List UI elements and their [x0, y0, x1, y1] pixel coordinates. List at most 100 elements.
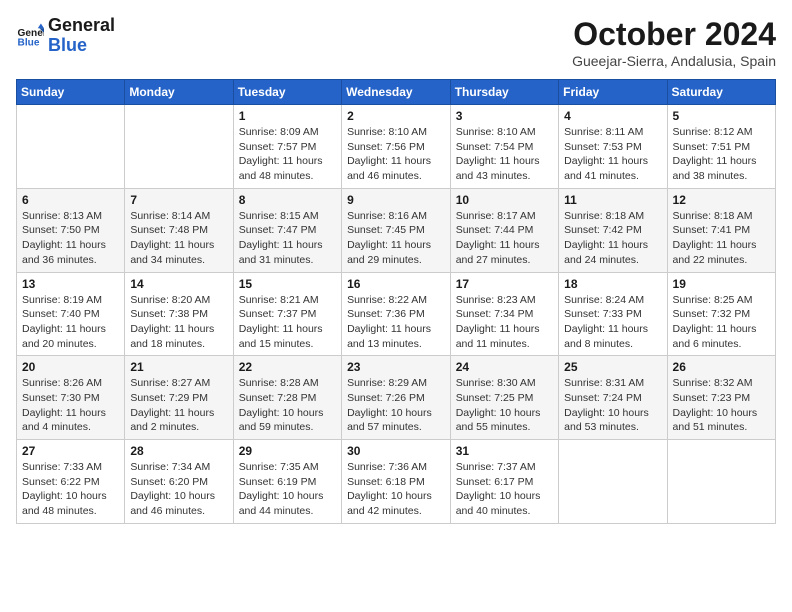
day-number: 29	[239, 444, 336, 458]
calendar-cell: 10 Sunrise: 8:17 AM Sunset: 7:44 PM Dayli…	[450, 188, 558, 272]
weekday-saturday: Saturday	[667, 80, 775, 105]
day-detail: Sunrise: 8:23 AM Sunset: 7:34 PM Dayligh…	[456, 293, 553, 352]
day-detail: Sunrise: 8:22 AM Sunset: 7:36 PM Dayligh…	[347, 293, 445, 352]
day-detail: Sunrise: 8:13 AM Sunset: 7:50 PM Dayligh…	[22, 209, 119, 268]
calendar-cell: 8 Sunrise: 8:15 AM Sunset: 7:47 PM Daylig…	[233, 188, 341, 272]
logo: General Blue General Blue	[16, 16, 115, 56]
week-row-5: 27 Sunrise: 7:33 AM Sunset: 6:22 PM Dayli…	[17, 440, 776, 524]
day-number: 26	[673, 360, 770, 374]
day-detail: Sunrise: 7:35 AM Sunset: 6:19 PM Dayligh…	[239, 460, 336, 519]
calendar-cell: 9Sunrise: 8:16 AM Sunset: 7:45 PM Daylig…	[342, 188, 451, 272]
weekday-wednesday: Wednesday	[342, 80, 451, 105]
calendar-cell: 21Sunrise: 8:27 AM Sunset: 7:29 PM Dayli…	[125, 356, 233, 440]
day-number: 27	[22, 444, 119, 458]
day-detail: Sunrise: 8:18 AM Sunset: 7:42 PM Dayligh…	[564, 209, 661, 268]
day-number: 4	[564, 109, 661, 123]
logo-general: General	[48, 16, 115, 36]
calendar-cell: 24 Sunrise: 8:30 AM Sunset: 7:25 PM Dayli…	[450, 356, 558, 440]
day-detail: Sunrise: 8:18 AM Sunset: 7:41 PM Dayligh…	[673, 209, 770, 268]
day-number: 23	[347, 360, 445, 374]
calendar-cell	[559, 440, 667, 524]
day-detail: Sunrise: 8:30 AM Sunset: 7:25 PM Dayligh…	[456, 376, 553, 435]
day-number: 17	[456, 277, 553, 291]
day-number: 22	[239, 360, 336, 374]
calendar-cell: 3Sunrise: 8:10 AM Sunset: 7:54 PM Daylig…	[450, 105, 558, 189]
day-number: 25	[564, 360, 661, 374]
day-number: 8	[239, 193, 336, 207]
calendar-body: 1Sunrise: 8:09 AM Sunset: 7:57 PM Daylig…	[17, 105, 776, 524]
week-row-3: 13 Sunrise: 8:19 AM Sunset: 7:40 PM Dayli…	[17, 272, 776, 356]
day-detail: Sunrise: 7:34 AM Sunset: 6:20 PM Dayligh…	[130, 460, 227, 519]
calendar-cell: 2Sunrise: 8:10 AM Sunset: 7:56 PM Daylig…	[342, 105, 451, 189]
calendar-cell: 26 Sunrise: 8:32 AM Sunset: 7:23 PM Dayli…	[667, 356, 775, 440]
weekday-header-row: SundayMondayTuesdayWednesdayThursdayFrid…	[17, 80, 776, 105]
day-number: 30	[347, 444, 445, 458]
calendar-cell: 15 Sunrise: 8:21 AM Sunset: 7:37 PM Dayli…	[233, 272, 341, 356]
calendar-cell: 30Sunrise: 7:36 AM Sunset: 6:18 PM Dayli…	[342, 440, 451, 524]
calendar-cell: 11 Sunrise: 8:18 AM Sunset: 7:42 PM Dayli…	[559, 188, 667, 272]
day-number: 20	[22, 360, 119, 374]
calendar-cell	[17, 105, 125, 189]
day-number: 6	[22, 193, 119, 207]
day-detail: Sunrise: 8:19 AM Sunset: 7:40 PM Dayligh…	[22, 293, 119, 352]
day-number: 16	[347, 277, 445, 291]
day-detail: Sunrise: 8:32 AM Sunset: 7:23 PM Dayligh…	[673, 376, 770, 435]
calendar-cell	[125, 105, 233, 189]
calendar-cell: 23 Sunrise: 8:29 AM Sunset: 7:26 PM Dayli…	[342, 356, 451, 440]
calendar-cell	[667, 440, 775, 524]
day-detail: Sunrise: 8:14 AM Sunset: 7:48 PM Dayligh…	[130, 209, 227, 268]
day-detail: Sunrise: 8:29 AM Sunset: 7:26 PM Dayligh…	[347, 376, 445, 435]
day-number: 15	[239, 277, 336, 291]
weekday-sunday: Sunday	[17, 80, 125, 105]
svg-text:Blue: Blue	[18, 37, 40, 48]
day-detail: Sunrise: 8:12 AM Sunset: 7:51 PM Dayligh…	[673, 125, 770, 184]
week-row-1: 1Sunrise: 8:09 AM Sunset: 7:57 PM Daylig…	[17, 105, 776, 189]
location: Gueejar-Sierra, Andalusia, Spain	[572, 53, 776, 69]
calendar-cell: 13 Sunrise: 8:19 AM Sunset: 7:40 PM Dayli…	[17, 272, 125, 356]
month-title: October 2024	[572, 16, 776, 53]
title-block: October 2024 Gueejar-Sierra, Andalusia, …	[572, 16, 776, 69]
day-detail: Sunrise: 8:21 AM Sunset: 7:37 PM Dayligh…	[239, 293, 336, 352]
day-number: 13	[22, 277, 119, 291]
logo-blue: Blue	[48, 36, 115, 56]
day-detail: Sunrise: 7:37 AM Sunset: 6:17 PM Dayligh…	[456, 460, 553, 519]
day-number: 1	[239, 109, 336, 123]
day-number: 7	[130, 193, 227, 207]
day-detail: Sunrise: 8:26 AM Sunset: 7:30 PM Dayligh…	[22, 376, 119, 435]
calendar-cell: 17 Sunrise: 8:23 AM Sunset: 7:34 PM Dayli…	[450, 272, 558, 356]
day-number: 28	[130, 444, 227, 458]
calendar-cell: 18 Sunrise: 8:24 AM Sunset: 7:33 PM Dayli…	[559, 272, 667, 356]
weekday-friday: Friday	[559, 80, 667, 105]
day-detail: Sunrise: 8:11 AM Sunset: 7:53 PM Dayligh…	[564, 125, 661, 184]
calendar-cell: 27 Sunrise: 7:33 AM Sunset: 6:22 PM Dayli…	[17, 440, 125, 524]
day-number: 10	[456, 193, 553, 207]
calendar-cell: 22Sunrise: 8:28 AM Sunset: 7:28 PM Dayli…	[233, 356, 341, 440]
calendar-cell: 19Sunrise: 8:25 AM Sunset: 7:32 PM Dayli…	[667, 272, 775, 356]
day-number: 9	[347, 193, 445, 207]
day-number: 24	[456, 360, 553, 374]
day-detail: Sunrise: 8:17 AM Sunset: 7:44 PM Dayligh…	[456, 209, 553, 268]
calendar-cell: 25Sunrise: 8:31 AM Sunset: 7:24 PM Dayli…	[559, 356, 667, 440]
calendar-cell: 16 Sunrise: 8:22 AM Sunset: 7:36 PM Dayli…	[342, 272, 451, 356]
day-number: 18	[564, 277, 661, 291]
day-detail: Sunrise: 8:15 AM Sunset: 7:47 PM Dayligh…	[239, 209, 336, 268]
weekday-thursday: Thursday	[450, 80, 558, 105]
day-number: 11	[564, 193, 661, 207]
page-header: General Blue General Blue October 2024 G…	[16, 16, 776, 69]
calendar-cell: 14Sunrise: 8:20 AM Sunset: 7:38 PM Dayli…	[125, 272, 233, 356]
day-detail: Sunrise: 8:20 AM Sunset: 7:38 PM Dayligh…	[130, 293, 227, 352]
calendar-cell: 6 Sunrise: 8:13 AM Sunset: 7:50 PM Daylig…	[17, 188, 125, 272]
day-number: 5	[673, 109, 770, 123]
week-row-4: 20 Sunrise: 8:26 AM Sunset: 7:30 PM Dayli…	[17, 356, 776, 440]
day-number: 19	[673, 277, 770, 291]
logo-icon: General Blue	[16, 22, 44, 50]
day-number: 3	[456, 109, 553, 123]
day-detail: Sunrise: 8:24 AM Sunset: 7:33 PM Dayligh…	[564, 293, 661, 352]
calendar-cell: 29 Sunrise: 7:35 AM Sunset: 6:19 PM Dayli…	[233, 440, 341, 524]
calendar-cell: 7 Sunrise: 8:14 AM Sunset: 7:48 PM Daylig…	[125, 188, 233, 272]
week-row-2: 6 Sunrise: 8:13 AM Sunset: 7:50 PM Daylig…	[17, 188, 776, 272]
day-number: 2	[347, 109, 445, 123]
calendar-table: SundayMondayTuesdayWednesdayThursdayFrid…	[16, 79, 776, 524]
day-detail: Sunrise: 7:33 AM Sunset: 6:22 PM Dayligh…	[22, 460, 119, 519]
weekday-tuesday: Tuesday	[233, 80, 341, 105]
